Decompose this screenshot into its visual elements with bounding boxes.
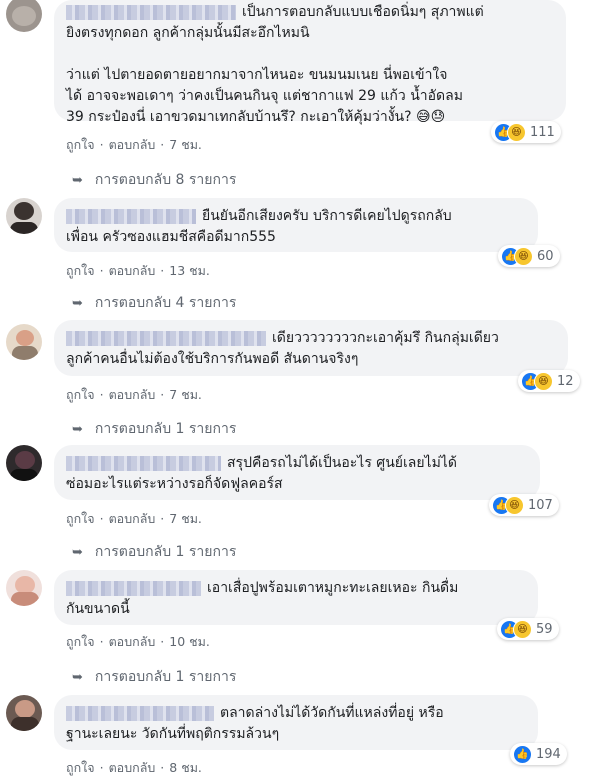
comment-actions: ถูกใจ · ตอบกลับ · 8 ชม. bbox=[66, 758, 202, 778]
reply-button[interactable]: ตอบกลับ bbox=[109, 758, 156, 778]
like-icon: 👍 bbox=[513, 744, 532, 764]
redacted-author-name[interactable] bbox=[66, 330, 266, 346]
haha-icon: 😆 bbox=[505, 495, 524, 515]
replies-count-label: การตอบกลับ 1 รายการ bbox=[94, 669, 237, 685]
avatar[interactable] bbox=[6, 570, 42, 606]
comment-bubble: ตลาดล่างไม่ได้วัดกันที่แหล่งที่อยู่ หรือ… bbox=[54, 695, 538, 750]
reaction-summary[interactable]: 👍 194 bbox=[510, 743, 567, 765]
reply-arrow-icon: ➥ bbox=[72, 422, 83, 437]
timestamp[interactable]: 7 ชม. bbox=[169, 385, 202, 405]
reaction-summary[interactable]: 👍 😆 111 bbox=[491, 121, 561, 143]
avatar[interactable] bbox=[6, 324, 42, 360]
reaction-summary[interactable]: 👍 😆 59 bbox=[497, 618, 559, 640]
avatar[interactable] bbox=[6, 0, 42, 32]
reply-arrow-icon: ➥ bbox=[72, 545, 83, 560]
like-button[interactable]: ถูกใจ bbox=[66, 632, 95, 652]
view-replies-link[interactable]: ➥ การตอบกลับ 1 รายการ bbox=[72, 418, 236, 440]
reply-button[interactable]: ตอบกลับ bbox=[109, 135, 156, 155]
like-button[interactable]: ถูกใจ bbox=[66, 135, 95, 155]
reaction-summary[interactable]: 👍 😆 107 bbox=[489, 494, 559, 516]
replies-count-label: การตอบกลับ 1 รายการ bbox=[94, 544, 237, 560]
comment-bubble: เอาเสื่อปูพร้อมเตาหมูกะทะเลยเหอะ กินดื่ม… bbox=[54, 570, 538, 625]
reply-arrow-icon: ➥ bbox=[72, 296, 83, 311]
comment-actions: ถูกใจ · ตอบกลับ · 7 ชม. bbox=[66, 135, 202, 155]
comment-actions: ถูกใจ · ตอบกลับ · 13 ชม. bbox=[66, 261, 210, 281]
replies-count-label: การตอบกลับ 4 รายการ bbox=[94, 295, 237, 311]
timestamp[interactable]: 7 ชม. bbox=[169, 135, 202, 155]
redacted-author-name[interactable] bbox=[66, 580, 201, 596]
comment-bubble: สรุปคือรถไม่ได้เป็นอะไร ศูนย์เลยไม่ได้ ซ… bbox=[54, 445, 540, 500]
haha-icon: 😆 bbox=[513, 619, 532, 639]
timestamp[interactable]: 13 ชม. bbox=[169, 261, 210, 281]
comment-actions: ถูกใจ · ตอบกลับ · 10 ชม. bbox=[66, 632, 210, 652]
like-button[interactable]: ถูกใจ bbox=[66, 385, 95, 405]
reply-button[interactable]: ตอบกลับ bbox=[109, 509, 156, 529]
comment-text: เป็นการตอบกลับแบบเชือดนิ่มๆ สุภาพแต่ ยิง… bbox=[66, 4, 484, 125]
comment-bubble: ยืนยันอีกเสียงครับ บริการดีเคยไปดูรถกลับ… bbox=[54, 198, 538, 252]
comment-bubble: เป็นการตอบกลับแบบเชือดนิ่มๆ สุภาพแต่ ยิง… bbox=[54, 0, 566, 125]
reply-button[interactable]: ตอบกลับ bbox=[109, 385, 156, 405]
redacted-author-name[interactable] bbox=[66, 208, 196, 224]
haha-icon: 😆 bbox=[514, 246, 533, 266]
timestamp[interactable]: 10 ชม. bbox=[169, 632, 210, 652]
avatar[interactable] bbox=[6, 198, 42, 234]
reaction-summary[interactable]: 👍 😆 12 bbox=[518, 370, 580, 392]
redacted-author-name[interactable] bbox=[66, 455, 221, 471]
like-button[interactable]: ถูกใจ bbox=[66, 509, 95, 529]
avatar[interactable] bbox=[6, 445, 42, 481]
view-replies-link[interactable]: ➥ การตอบกลับ 1 รายการ bbox=[72, 541, 236, 563]
replies-count-label: การตอบกลับ 1 รายการ bbox=[94, 421, 237, 437]
comment-actions: ถูกใจ · ตอบกลับ · 7 ชม. bbox=[66, 385, 202, 405]
view-replies-link[interactable]: ➥ การตอบกลับ 1 รายการ bbox=[72, 666, 236, 688]
replies-count-label: การตอบกลับ 8 รายการ bbox=[94, 172, 237, 188]
reply-button[interactable]: ตอบกลับ bbox=[109, 261, 156, 281]
haha-icon: 😆 bbox=[534, 371, 553, 391]
reaction-count: 59 bbox=[536, 621, 553, 637]
timestamp[interactable]: 7 ชม. bbox=[169, 509, 202, 529]
comment-actions: ถูกใจ · ตอบกลับ · 7 ชม. bbox=[66, 509, 202, 529]
like-button[interactable]: ถูกใจ bbox=[66, 261, 95, 281]
view-replies-link[interactable]: ➥ การตอบกลับ 8 รายการ bbox=[72, 169, 236, 191]
comment-bubble: เดียววววววววกะเอาคุ้มรึ กินกลุ่มเดียว ลู… bbox=[54, 320, 568, 376]
haha-icon: 😆 bbox=[507, 122, 526, 142]
reply-button[interactable]: ตอบกลับ bbox=[109, 632, 156, 652]
reaction-count: 60 bbox=[537, 248, 554, 264]
reply-arrow-icon: ➥ bbox=[72, 173, 83, 188]
reaction-count: 107 bbox=[528, 497, 553, 513]
view-replies-link[interactable]: ➥ การตอบกลับ 4 รายการ bbox=[72, 292, 236, 314]
avatar[interactable] bbox=[6, 695, 42, 731]
redacted-author-name[interactable] bbox=[66, 705, 214, 721]
reaction-count: 194 bbox=[536, 746, 561, 762]
redacted-author-name[interactable] bbox=[66, 4, 236, 20]
reaction-count: 12 bbox=[557, 373, 574, 389]
reaction-count: 111 bbox=[530, 124, 555, 140]
timestamp[interactable]: 8 ชม. bbox=[169, 758, 202, 778]
reaction-summary[interactable]: 👍 😆 60 bbox=[498, 245, 560, 267]
reply-arrow-icon: ➥ bbox=[72, 670, 83, 685]
like-button[interactable]: ถูกใจ bbox=[66, 758, 95, 778]
